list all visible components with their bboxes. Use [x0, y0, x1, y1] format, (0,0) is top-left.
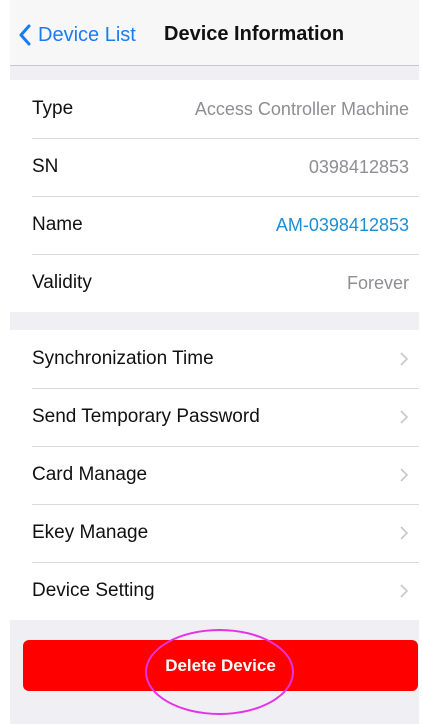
chevron-right-icon [400, 584, 409, 598]
validity-label: Validity [32, 272, 92, 293]
back-button-label: Device List [38, 23, 136, 46]
content-area: Type Access Controller Machine SN 039841… [10, 66, 419, 724]
info-row-validity: Validity Forever [10, 254, 419, 312]
sn-value: 0398412853 [308, 156, 409, 177]
name-value-link[interactable]: AM-0398412853 [276, 215, 409, 236]
menu-item-label: Device Setting [32, 580, 155, 601]
menu-item-label: Card Manage [32, 464, 148, 485]
info-row-type: Type Access Controller Machine [10, 80, 419, 138]
menu-item-synchronization-time[interactable]: Synchronization Time [10, 330, 419, 388]
info-row-name[interactable]: Name AM-0398412853 [10, 196, 419, 254]
navigation-bar: Device List Device Information [10, 0, 419, 66]
chevron-left-icon [19, 24, 31, 46]
validity-value: Forever [346, 272, 409, 293]
menu-item-label: Ekey Manage [32, 522, 149, 543]
menu-item-device-setting[interactable]: Device Setting [10, 562, 419, 620]
type-value: Access Controller Machine [194, 98, 409, 119]
page-title: Device Information [164, 23, 345, 45]
menu-item-label: Send Temporary Password [32, 406, 260, 427]
chevron-right-icon [400, 468, 409, 482]
menu-item-send-temporary-password[interactable]: Send Temporary Password [10, 388, 419, 446]
info-row-sn: SN 0398412853 [10, 138, 419, 196]
back-button[interactable]: Device List [18, 22, 136, 48]
sn-label: SN [32, 156, 59, 177]
menu-item-card-manage[interactable]: Card Manage [10, 446, 419, 504]
chevron-right-icon [400, 352, 409, 366]
chevron-right-icon [400, 410, 409, 424]
chevron-right-icon [400, 526, 409, 540]
delete-device-button[interactable]: Delete Device [23, 640, 418, 691]
menu-item-ekey-manage[interactable]: Ekey Manage [10, 504, 419, 562]
device-info-group: Type Access Controller Machine SN 039841… [10, 80, 419, 312]
device-actions-menu: Synchronization Time Send Temporary Pass… [10, 330, 419, 620]
menu-item-label: Synchronization Time [32, 348, 214, 369]
type-label: Type [32, 98, 74, 119]
name-label: Name [32, 214, 83, 235]
